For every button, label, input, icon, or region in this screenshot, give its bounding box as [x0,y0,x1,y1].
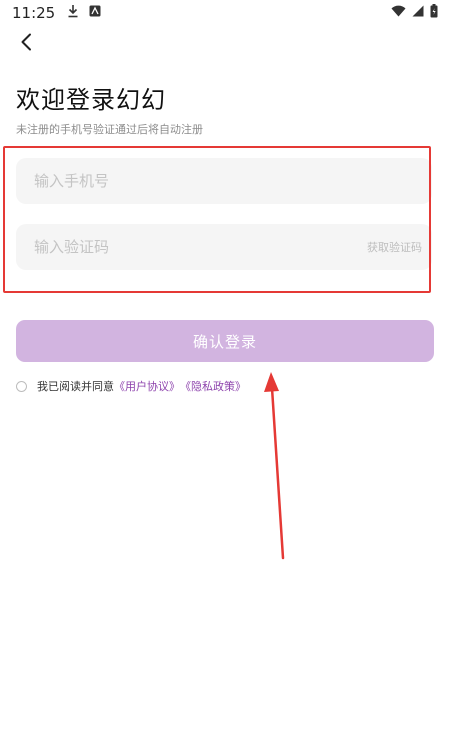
chevron-left-icon [19,33,33,55]
phone-input[interactable] [32,171,336,191]
back-button[interactable] [14,32,38,56]
phone-field[interactable] [16,158,432,204]
page-subtitle: 未注册的手机号验证通过后将自动注册 [16,123,203,136]
code-input[interactable] [32,237,336,257]
agreement-row: 我已阅读并同意 《用户协议》 《隐私政策》 [14,378,246,394]
agreement-radio[interactable] [16,380,27,392]
status-bar: 11:25 [0,0,450,26]
get-code-button[interactable]: 获取验证码 [367,239,422,255]
status-right-icons [391,4,438,22]
arrow-head-icon [264,372,279,392]
user-agreement-link[interactable]: 《用户协议》 [114,378,180,394]
status-time: 11:25 [12,4,56,22]
app-notification-icon [89,5,101,21]
download-icon [67,4,79,22]
wifi-icon [391,5,406,21]
privacy-policy-link[interactable]: 《隐私政策》 [180,378,246,394]
agreement-prefix: 我已阅读并同意 [37,380,114,393]
battery-icon [430,4,438,22]
page-title: 欢迎登录幻幻 [16,86,166,114]
code-field[interactable]: 获取验证码 [16,224,432,270]
status-left-icons [67,4,101,22]
confirm-login-button[interactable]: 确认登录 [16,320,434,362]
signal-icon [412,5,424,21]
